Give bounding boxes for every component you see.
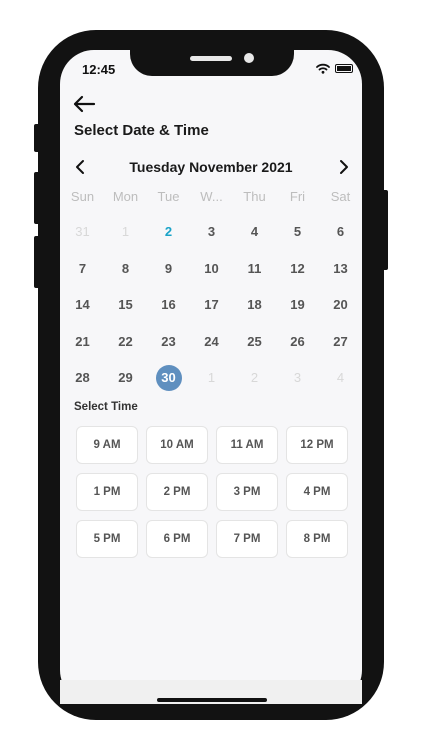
calendar-day[interactable]: 26 <box>276 329 319 355</box>
calendar-day[interactable]: 29 <box>104 365 147 391</box>
calendar-day[interactable]: 5 <box>276 219 319 245</box>
calendar-day[interactable]: 8 <box>104 256 147 282</box>
time-slot-button[interactable]: 10 AM <box>146 426 208 464</box>
page-title: Select Date & Time <box>74 122 209 139</box>
home-indicator[interactable] <box>157 698 267 702</box>
calendar-day[interactable]: 16 <box>147 292 190 318</box>
time-slot-grid: 9 AM 10 AM 11 AM 12 PM 1 PM 2 PM 3 PM 4 … <box>76 426 351 558</box>
calendar-day[interactable]: 25 <box>233 329 276 355</box>
calendar-day[interactable]: 4 <box>233 219 276 245</box>
calendar-day: 4 <box>336 370 345 386</box>
calendar-day[interactable]: 7 <box>61 256 104 282</box>
calendar-day[interactable]: 13 <box>319 256 362 282</box>
chevron-right-icon[interactable] <box>334 158 352 176</box>
side-button <box>34 124 40 152</box>
weekday-label: Sat <box>330 189 351 204</box>
time-slot-button[interactable]: 5 PM <box>76 520 138 558</box>
time-slot-button[interactable]: 12 PM <box>286 426 348 464</box>
weekday-label: Thu <box>243 189 266 204</box>
calendar-day[interactable]: 23 <box>147 329 190 355</box>
calendar-day[interactable]: 3 <box>190 219 233 245</box>
wifi-icon <box>316 63 330 74</box>
calendar-day[interactable]: 28 <box>61 365 104 391</box>
calendar-day[interactable]: 22 <box>104 329 147 355</box>
month-label: Tuesday November 2021 <box>129 159 293 175</box>
time-slot-button[interactable]: 2 PM <box>146 473 208 511</box>
calendar-day[interactable]: 9 <box>147 256 190 282</box>
side-button <box>34 172 40 224</box>
time-slot-button[interactable]: 8 PM <box>286 520 348 558</box>
chevron-left-icon[interactable] <box>72 158 90 176</box>
calendar-day[interactable]: 20 <box>319 292 362 318</box>
side-button <box>34 236 40 288</box>
select-time-label: Select Time <box>74 401 138 413</box>
status-time: 12:45 <box>82 62 116 77</box>
time-slot-button[interactable]: 7 PM <box>216 520 278 558</box>
status-icons <box>316 63 353 74</box>
weekday-label: W... <box>200 189 223 204</box>
speaker <box>190 56 232 61</box>
time-slot-button[interactable]: 1 PM <box>76 473 138 511</box>
battery-icon <box>335 64 353 73</box>
calendar-day[interactable]: 15 <box>104 292 147 318</box>
calendar-day[interactable]: 19 <box>276 292 319 318</box>
arrow-left-icon[interactable] <box>72 94 96 114</box>
weekday-label: Mon <box>112 189 139 204</box>
time-slot-button[interactable]: 9 AM <box>76 426 138 464</box>
weekday-header: Sun Mon Tue W... Thu Fri Sat <box>61 189 362 204</box>
calendar-grid: 31 1 2 3 4 5 6 7 8 9 10 11 12 13 14 15 1… <box>61 214 362 397</box>
calendar-day[interactable]: 10 <box>190 256 233 282</box>
calendar-day: 1 <box>121 224 130 240</box>
camera <box>244 53 254 63</box>
weekday-label: Tue <box>157 189 180 204</box>
calendar-day: 2 <box>250 370 259 386</box>
calendar-day[interactable]: 17 <box>190 292 233 318</box>
calendar-day[interactable]: 18 <box>233 292 276 318</box>
calendar-day[interactable]: 6 <box>319 219 362 245</box>
time-slot-button[interactable]: 4 PM <box>286 473 348 511</box>
weekday-label: Fri <box>289 189 306 204</box>
calendar-day[interactable]: 14 <box>61 292 104 318</box>
calendar-day[interactable]: 21 <box>61 329 104 355</box>
calendar-week: 7 8 9 10 11 12 13 <box>61 251 362 288</box>
side-button <box>382 190 388 270</box>
notch <box>130 46 294 76</box>
weekday-label: Sun <box>70 189 95 204</box>
calendar-day-today[interactable]: 2 <box>147 219 190 245</box>
calendar-week: 14 15 16 17 18 19 20 <box>61 287 362 324</box>
calendar-day-selected[interactable]: 30 <box>147 365 190 392</box>
calendar-day[interactable]: 12 <box>276 256 319 282</box>
calendar-week: 21 22 23 24 25 26 27 <box>61 324 362 361</box>
time-slot-button[interactable]: 3 PM <box>216 473 278 511</box>
calendar-day[interactable]: 24 <box>190 329 233 355</box>
calendar-day[interactable]: 11 <box>233 256 276 282</box>
time-slot-button[interactable]: 11 AM <box>216 426 278 464</box>
calendar-week: 28 29 30 1 2 3 4 <box>61 360 362 397</box>
calendar-day: 1 <box>207 370 216 386</box>
calendar-day: 3 <box>293 370 302 386</box>
calendar-day[interactable]: 27 <box>319 329 362 355</box>
time-slot-button[interactable]: 6 PM <box>146 520 208 558</box>
calendar-week: 31 1 2 3 4 5 6 <box>61 214 362 251</box>
calendar-day: 31 <box>75 224 90 240</box>
